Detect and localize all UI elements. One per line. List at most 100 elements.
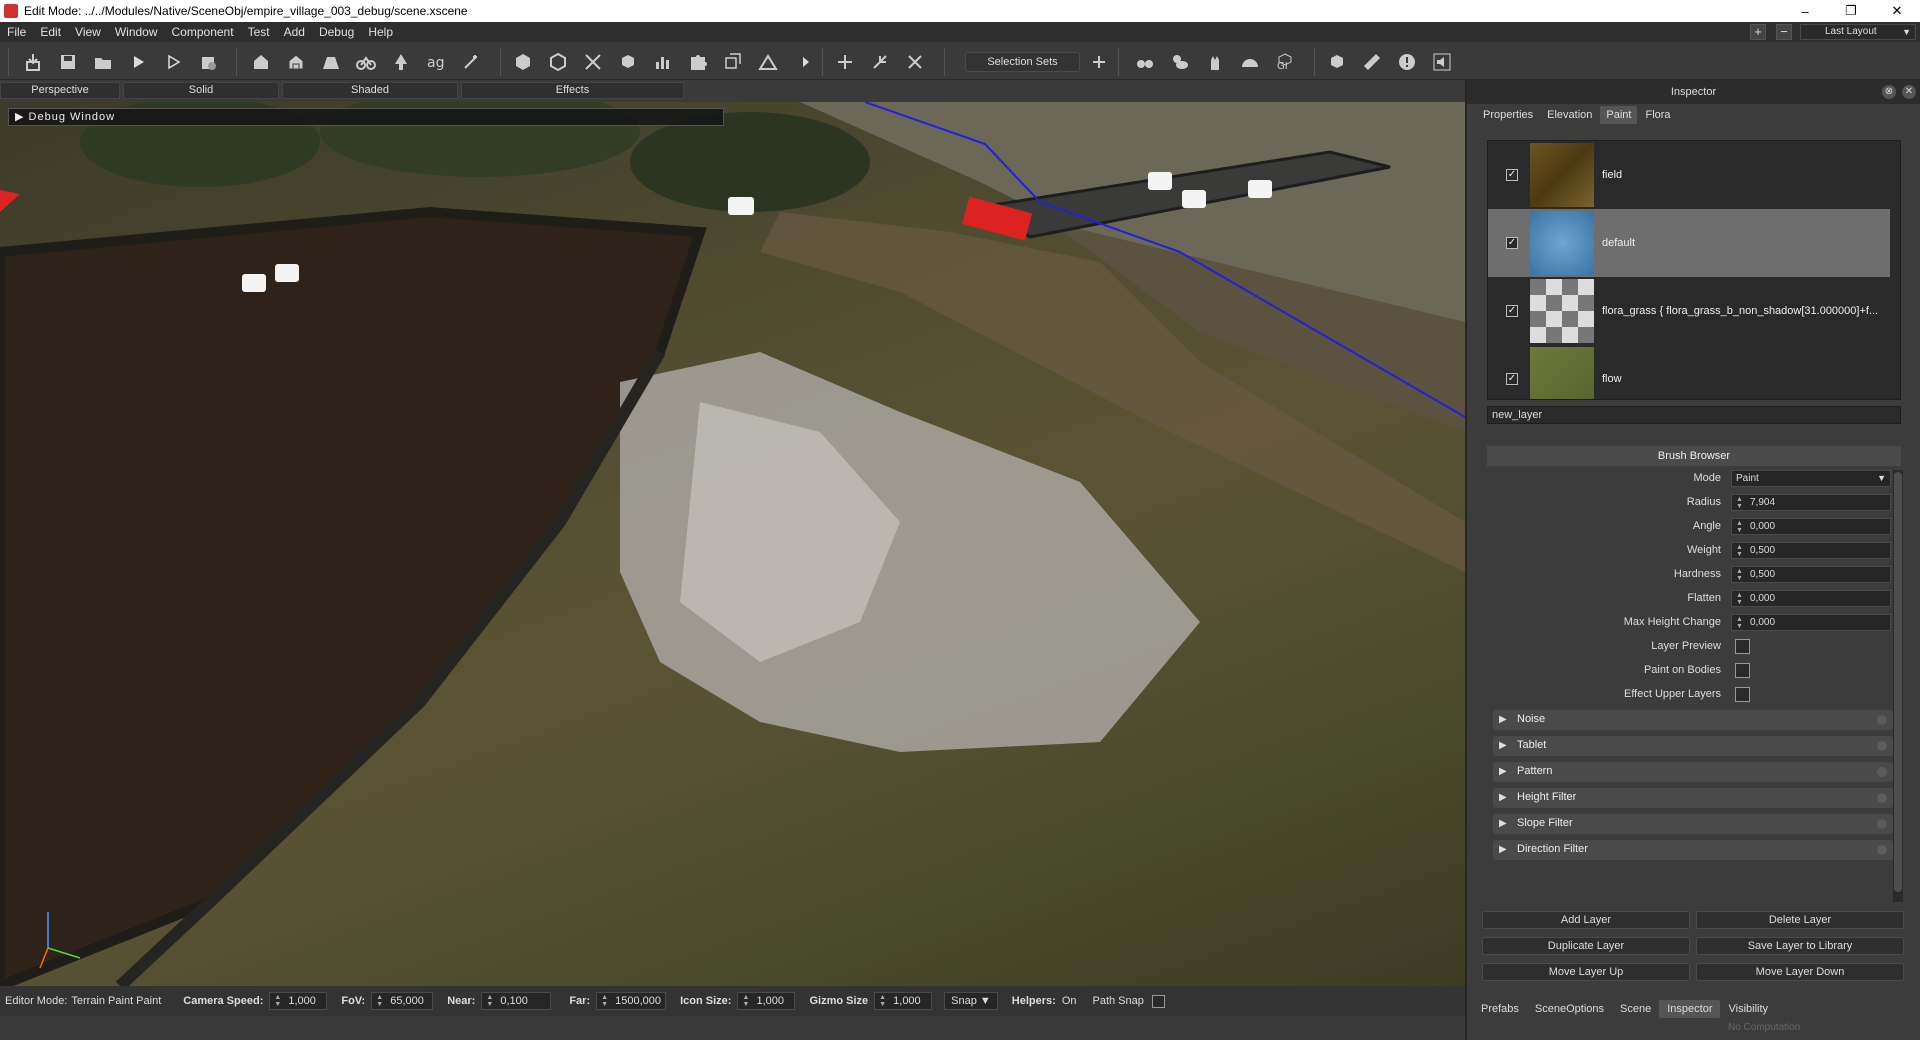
menu-help[interactable]: Help <box>361 25 400 39</box>
scrollbar-thumb[interactable] <box>1894 472 1902 892</box>
layout-select[interactable]: Last Layout ▼ <box>1800 24 1916 40</box>
import-icon[interactable] <box>22 51 44 73</box>
hand-icon[interactable] <box>1204 51 1226 73</box>
hardness-field[interactable]: ▲ ▼ 0,500 <box>1731 566 1891 583</box>
gizmo-size-field[interactable]: ▲ ▼ 1,000 <box>874 992 933 1010</box>
menu-debug[interactable]: Debug <box>312 25 361 39</box>
weight-field[interactable]: ▲ ▼ 0,500 <box>1731 542 1891 559</box>
tab-scene-options[interactable]: SceneOptions <box>1527 1000 1612 1018</box>
settings-icon[interactable]: ⊗ <box>1882 85 1896 99</box>
tab-properties[interactable]: Properties <box>1477 106 1539 124</box>
cube-plus-icon[interactable] <box>617 51 639 73</box>
text-ag-icon[interactable]: ag <box>425 51 447 73</box>
chart-bars-icon[interactable] <box>652 51 674 73</box>
building-1-icon[interactable] <box>250 51 272 73</box>
add-layer-button[interactable]: Add Layer <box>1482 911 1690 929</box>
cube-frame-icon[interactable] <box>722 51 744 73</box>
cube-icon[interactable] <box>512 51 534 73</box>
tab-perspective[interactable]: Perspective <box>0 82 120 99</box>
close-icon[interactable]: ✕ <box>1902 85 1916 99</box>
paint-on-bodies-checkbox[interactable] <box>1735 663 1750 678</box>
section-toggle-icon[interactable] <box>1877 715 1887 725</box>
angle-field[interactable]: ▲ ▼ 0,000 <box>1731 518 1891 535</box>
layer-preview-checkbox[interactable] <box>1735 639 1750 654</box>
menu-component[interactable]: Component <box>165 25 241 39</box>
ruler-icon[interactable] <box>1361 51 1383 73</box>
selection-sets-button[interactable]: Selection Sets <box>965 52 1080 72</box>
menu-window[interactable]: Window <box>108 25 165 39</box>
move-layer-up-button[interactable]: Move Layer Up <box>1482 963 1690 981</box>
expand-arrow-icon[interactable] <box>795 51 817 73</box>
warning-icon[interactable] <box>1396 51 1418 73</box>
play-outline-icon[interactable] <box>162 51 184 73</box>
layer-row-flow[interactable]: ✓ flow <box>1488 345 1894 399</box>
plus-icon[interactable] <box>1088 51 1110 73</box>
delete-layer-button[interactable]: Delete Layer <box>1696 911 1904 929</box>
duplicate-layer-button[interactable]: Duplicate Layer <box>1482 937 1690 955</box>
flatten-field[interactable]: ▲ ▼ 0,000 <box>1731 590 1891 607</box>
layer-visible-checkbox[interactable]: ✓ <box>1506 305 1518 317</box>
effect-upper-layers-checkbox[interactable] <box>1735 687 1750 702</box>
puzzle-icon[interactable] <box>687 51 709 73</box>
weather-icon[interactable] <box>1169 51 1191 73</box>
gizmo-move-icon[interactable] <box>834 51 856 73</box>
minimize-button[interactable]: – <box>1782 0 1828 22</box>
tab-effects[interactable]: Effects <box>461 82 684 99</box>
menu-test[interactable]: Test <box>241 25 277 39</box>
path-snap-checkbox[interactable] <box>1151 994 1165 1008</box>
layer-row-default[interactable]: ✓ default <box>1488 209 1894 277</box>
section-toggle-icon[interactable] <box>1877 767 1887 777</box>
scene-viewport[interactable]: ▶ Debug Window <box>0 102 1465 986</box>
add-layout-button[interactable]: + <box>1750 24 1766 40</box>
menu-add[interactable]: Add <box>277 25 312 39</box>
tab-shaded[interactable]: Shaded <box>282 82 458 99</box>
layer-list-vscroll[interactable] <box>1890 143 1900 399</box>
section-tablet[interactable]: ▶ Tablet <box>1493 736 1893 756</box>
far-field[interactable]: ▲ ▼ 1500,000 <box>596 992 667 1010</box>
bike-icon[interactable] <box>355 51 377 73</box>
section-pattern[interactable]: ▶ Pattern <box>1493 762 1893 782</box>
radius-field[interactable]: ▲ ▼ 7,904 <box>1731 494 1891 511</box>
menu-view[interactable]: View <box>68 25 108 39</box>
menu-edit[interactable]: Edit <box>33 25 68 39</box>
layer-visible-checkbox[interactable]: ✓ <box>1506 169 1518 181</box>
tab-elevation[interactable]: Elevation <box>1541 106 1598 124</box>
section-noise[interactable]: ▶ Noise <box>1493 710 1893 730</box>
icon-size-field[interactable]: ▲ ▼ 1,000 <box>737 992 796 1010</box>
save-layer-to-library-button[interactable]: Save Layer to Library <box>1696 937 1904 955</box>
section-toggle-icon[interactable] <box>1877 741 1887 751</box>
play-icon[interactable] <box>127 51 149 73</box>
section-direction-filter[interactable]: ▶ Direction Filter <box>1493 840 1893 860</box>
package-icon[interactable] <box>197 51 219 73</box>
gi-icon[interactable]: GI <box>1274 51 1296 73</box>
camera-speed-field[interactable]: ▲ ▼ 1,000 <box>269 992 328 1010</box>
tab-scene[interactable]: Scene <box>1612 1000 1659 1018</box>
max-height-change-field[interactable]: ▲ ▼ 0,000 <box>1731 614 1891 631</box>
section-slope-filter[interactable]: ▶ Slope Filter <box>1493 814 1893 834</box>
snap-dropdown[interactable]: Snap ▼ <box>944 992 998 1010</box>
tree-icon[interactable] <box>390 51 412 73</box>
binoculars-icon[interactable] <box>1134 51 1156 73</box>
fov-field[interactable]: ▲ ▼ 65,000 <box>371 992 434 1010</box>
layer-row-field[interactable]: ✓ field <box>1488 141 1894 209</box>
magic-wand-icon[interactable] <box>460 51 482 73</box>
cube-add-icon[interactable] <box>547 51 569 73</box>
tab-inspector[interactable]: Inspector <box>1659 1000 1721 1018</box>
tab-visibility[interactable]: Visibility <box>1720 1000 1776 1018</box>
new-layer-name-input[interactable]: new_layer <box>1487 406 1901 424</box>
section-toggle-icon[interactable] <box>1877 793 1887 803</box>
building-2-icon[interactable] <box>285 51 307 73</box>
tab-paint[interactable]: Paint <box>1600 106 1638 124</box>
close-button[interactable]: ✕ <box>1874 0 1920 22</box>
building-3-icon[interactable] <box>320 51 342 73</box>
gizmo-rotate-icon[interactable] <box>869 51 891 73</box>
maximize-button[interactable]: ❐ <box>1828 0 1874 22</box>
save-icon[interactable] <box>57 51 79 73</box>
layer-visible-checkbox[interactable]: ✓ <box>1506 237 1518 249</box>
section-toggle-icon[interactable] <box>1877 845 1887 855</box>
scale-icon[interactable] <box>582 51 604 73</box>
tab-prefabs[interactable]: Prefabs <box>1473 1000 1527 1018</box>
mode-select[interactable]: Paint ▼ <box>1731 470 1891 487</box>
near-field[interactable]: ▲ ▼ 0,100 <box>481 992 552 1010</box>
sound-icon[interactable] <box>1431 51 1453 73</box>
